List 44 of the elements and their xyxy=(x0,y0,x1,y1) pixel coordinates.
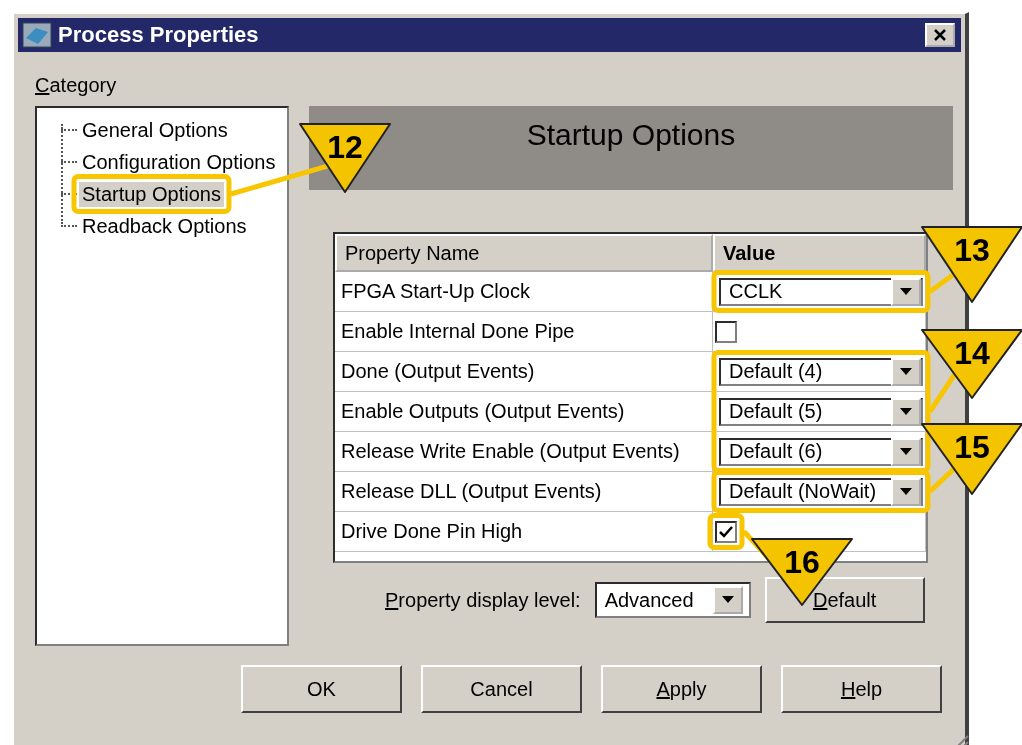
property-name-cell: Enable Internal Done Pipe xyxy=(335,312,713,352)
column-header: Value xyxy=(713,234,926,272)
property-name-cell: Drive Done Pin High xyxy=(335,512,713,552)
callout-badge: 14 xyxy=(921,329,1022,399)
dropdown-arrow-icon xyxy=(899,367,913,376)
property-name-cell: Release DLL (Output Events) xyxy=(335,472,713,512)
dropdown-arrow-icon xyxy=(899,447,913,456)
dropdown-arrow-icon xyxy=(899,407,913,416)
close-button[interactable] xyxy=(925,23,955,47)
display-level-dropdown[interactable]: Advanced xyxy=(594,582,751,618)
window-title: Process Properties xyxy=(58,22,260,48)
value-dropdown[interactable]: Default (6) xyxy=(719,437,923,466)
tree-item[interactable]: Startup Options xyxy=(79,181,224,207)
dialog-button[interactable]: OK xyxy=(241,665,402,713)
checkbox[interactable] xyxy=(715,320,737,343)
value-dropdown[interactable]: Default (NoWait) xyxy=(719,477,923,506)
value-dropdown[interactable]: Default (5) xyxy=(719,397,923,426)
category-label: Category xyxy=(35,74,117,98)
checkbox[interactable] xyxy=(715,520,737,543)
close-icon xyxy=(933,29,947,41)
dialog-button[interactable]: Cancel xyxy=(421,665,582,713)
callout-badge: 15 xyxy=(921,423,1022,495)
dialog-button[interactable]: Apply xyxy=(601,665,762,713)
callout-badge: 12 xyxy=(299,123,391,193)
dropdown-arrow-icon xyxy=(899,487,913,496)
default-button[interactable]: Default xyxy=(764,577,925,623)
tree-item[interactable]: General Options xyxy=(79,117,231,143)
dropdown-arrow-icon xyxy=(720,596,735,604)
display-level-label: Property display level: xyxy=(385,588,581,612)
property-name-cell: Release Write Enable (Output Events) xyxy=(335,432,713,472)
dialog-button[interactable]: Help xyxy=(781,665,942,713)
tree-item[interactable]: Readback Options xyxy=(79,213,250,239)
value-dropdown[interactable]: Default (4) xyxy=(719,357,923,386)
property-name-cell: Done (Output Events) xyxy=(335,352,713,392)
app-icon xyxy=(22,22,52,48)
column-header: Property Name xyxy=(335,234,713,272)
tree-item[interactable]: Configuration Options xyxy=(79,149,279,175)
value-dropdown[interactable]: CCLK xyxy=(719,277,923,306)
callout-badge: 13 xyxy=(921,226,1022,303)
property-name-cell: FPGA Start-Up Clock xyxy=(335,272,713,312)
dropdown-arrow-icon xyxy=(899,287,913,296)
checkmark-icon xyxy=(719,525,733,538)
property-name-cell: Enable Outputs (Output Events) xyxy=(335,392,713,432)
panel-title: Startup Options xyxy=(526,118,736,153)
